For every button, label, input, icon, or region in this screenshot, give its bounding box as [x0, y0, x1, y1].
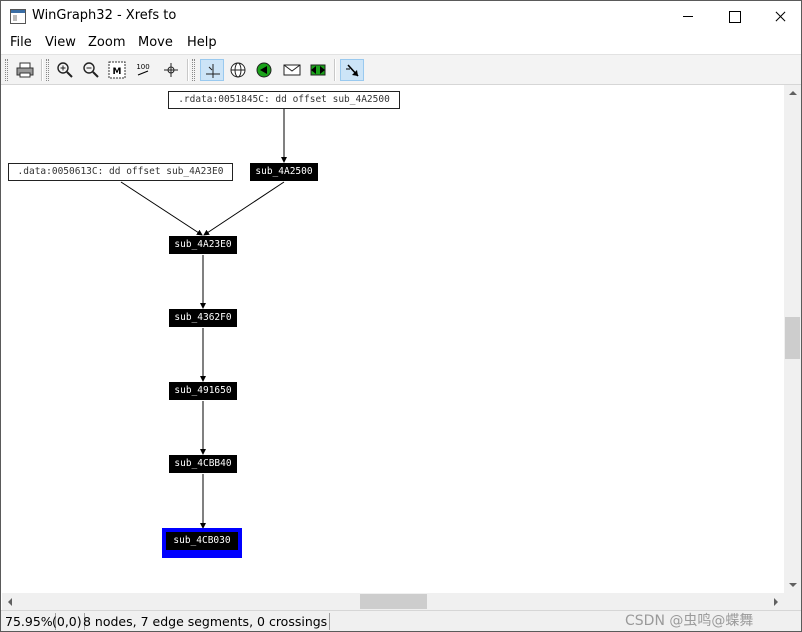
maximize-button[interactable]	[711, 1, 757, 32]
watermark: CSDN @虫鸣@蝶舞	[625, 613, 754, 629]
zoom-out-icon	[83, 62, 99, 78]
print-button[interactable]	[13, 59, 37, 81]
menu-file[interactable]: File	[10, 35, 32, 50]
graph-node-selected[interactable]: sub_4CB030	[162, 528, 242, 558]
graph-node-data-ref[interactable]: .data:0050613C: dd offset sub_4A23E0	[8, 163, 233, 181]
scroll-right-arrow-icon[interactable]	[767, 593, 784, 610]
fit-window-icon: M	[108, 61, 126, 79]
globe-icon	[230, 62, 246, 78]
toolbar-grip[interactable]	[5, 59, 8, 81]
status-coords: (0,0)	[50, 613, 85, 630]
zoom-in-icon	[57, 62, 73, 78]
zoom-100-button[interactable]: 100	[131, 59, 155, 81]
green-node-button[interactable]	[252, 59, 276, 81]
fit-window-button[interactable]: M	[105, 59, 129, 81]
horizontal-scroll-thumb[interactable]	[360, 594, 427, 609]
graph-node-function[interactable]: sub_4362F0	[169, 309, 237, 327]
center-icon	[164, 63, 178, 77]
toolbar-separator	[41, 59, 43, 81]
layout-icon	[206, 64, 220, 78]
status-zoom: 75.95%	[3, 613, 56, 630]
edges-layer	[120, 109, 287, 529]
printer-icon	[16, 62, 34, 78]
horizontal-scrollbar[interactable]	[2, 593, 784, 610]
status-summary: 8 nodes, 7 edge segments, 0 crossings	[81, 613, 331, 630]
zoom-100-icon: 100	[136, 63, 150, 76]
fit-label: M	[113, 67, 122, 77]
zoom-out-button[interactable]	[79, 59, 103, 81]
toolbar: M 100	[1, 54, 801, 85]
graph-node-function[interactable]: sub_4A2500	[250, 163, 318, 181]
toolbar-separator	[187, 59, 189, 81]
globe-button[interactable]	[226, 59, 250, 81]
select-arrow-icon	[346, 64, 359, 77]
green-node-icon	[256, 62, 272, 78]
vertical-scrollbar[interactable]	[784, 85, 801, 593]
edge	[203, 181, 285, 236]
toolbar-separator	[334, 59, 336, 81]
graph-node-function[interactable]: sub_491650	[169, 382, 237, 400]
minimize-button[interactable]	[665, 1, 711, 32]
zoom-100-label: 100	[136, 63, 149, 71]
select-button[interactable]	[340, 59, 364, 81]
close-button[interactable]	[757, 1, 802, 32]
graph-node-data-ref[interactable]: .rdata:0051845C: dd offset sub_4A2500	[168, 91, 400, 109]
scrollbar-corner	[784, 593, 801, 610]
green-arrows-icon	[310, 64, 326, 76]
zoom-in-button[interactable]	[53, 59, 77, 81]
graph-node-function[interactable]: sub_4A23E0	[169, 236, 237, 254]
application-window: WinGraph32 - Xrefs to File View Zoom Mov…	[0, 0, 802, 632]
envelope-icon	[283, 64, 301, 76]
graph-canvas[interactable]: .rdata:0051845C: dd offset sub_4A2500 .d…	[2, 85, 785, 593]
graph-node-function[interactable]: sub_4CBB40	[169, 455, 237, 473]
menu-help[interactable]: Help	[187, 35, 217, 50]
menu-zoom[interactable]: Zoom	[88, 35, 125, 50]
title-bar[interactable]: WinGraph32 - Xrefs to	[1, 1, 801, 32]
envelope-button[interactable]	[280, 59, 304, 81]
vertical-scroll-thumb[interactable]	[785, 317, 800, 359]
green-arrows-button[interactable]	[306, 59, 330, 81]
status-bar: 75.95% (0,0) 8 nodes, 7 edge segments, 0…	[1, 610, 801, 631]
toolbar-grip[interactable]	[46, 59, 49, 81]
scroll-up-arrow-icon[interactable]	[784, 85, 801, 102]
scroll-down-arrow-icon[interactable]	[784, 576, 801, 593]
graph-node-label: sub_4CB030	[166, 532, 238, 550]
center-button[interactable]	[159, 59, 183, 81]
scroll-left-arrow-icon[interactable]	[2, 593, 19, 610]
layout-button[interactable]	[200, 59, 224, 81]
edge	[120, 181, 203, 236]
menu-bar: File View Zoom Move Help	[1, 32, 801, 54]
app-icon[interactable]	[10, 9, 26, 24]
window-title: WinGraph32 - Xrefs to	[32, 8, 177, 23]
menu-move[interactable]: Move	[138, 35, 173, 50]
menu-view[interactable]: View	[45, 35, 76, 50]
toolbar-grip[interactable]	[192, 59, 195, 81]
